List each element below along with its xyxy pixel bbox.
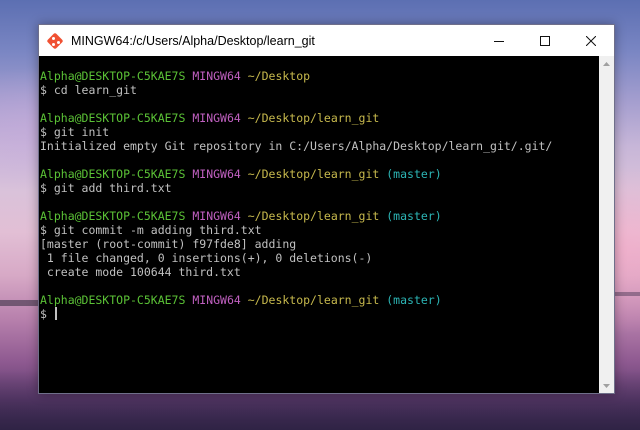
prompt-user-host: Alpha@DESKTOP-C5KAE7S [40, 293, 186, 307]
output-line: 1 file changed, 0 insertions(+), 0 delet… [40, 251, 599, 265]
prompt-path: ~/Desktop/learn_git [247, 293, 380, 307]
chevron-down-icon [603, 383, 610, 388]
command-line[interactable]: $ [40, 307, 599, 321]
prompt-branch: (master) [386, 293, 442, 307]
prompt-path: ~/Desktop/learn_git [247, 167, 380, 181]
prompt-shell: MINGW64 [192, 111, 241, 125]
command-text: $ git init [40, 125, 110, 139]
prompt-branch: (master) [386, 167, 442, 181]
output-line: [master (root-commit) f97fde8] adding [40, 237, 599, 251]
text-cursor [54, 307, 57, 320]
command-line: $ git commit -m adding third.txt [40, 223, 599, 237]
output-text: create mode 100644 third.txt [40, 265, 241, 279]
window-title: MINGW64:/c/Users/Alpha/Desktop/learn_git [71, 33, 315, 48]
maximize-icon [540, 35, 550, 46]
prompt-path: ~/Desktop/learn_git [247, 209, 380, 223]
close-button[interactable] [568, 25, 614, 56]
output-text: Initialized empty Git repository in C:/U… [40, 139, 553, 153]
git-diamond-icon [46, 32, 64, 49]
prompt-path: ~/Desktop/learn_git [247, 111, 380, 125]
prompt-user-host: Alpha@DESKTOP-C5KAE7S [40, 209, 186, 223]
prompt-shell: MINGW64 [192, 69, 241, 83]
close-icon [586, 35, 596, 46]
command-text: $ git commit -m adding third.txt [40, 223, 262, 237]
output-line: create mode 100644 third.txt [40, 265, 599, 279]
minimize-button[interactable] [476, 25, 522, 56]
prompt-shell: MINGW64 [192, 209, 241, 223]
scrollbar-track[interactable] [601, 73, 612, 376]
command-line: $ git add third.txt [40, 181, 599, 195]
prompt-shell: MINGW64 [192, 167, 241, 181]
prompt-line: Alpha@DESKTOP-C5KAE7S MINGW64 ~/Desktop/… [40, 209, 599, 223]
terminal-window[interactable]: MINGW64:/c/Users/Alpha/Desktop/learn_git… [38, 24, 615, 394]
command-line: $ cd learn_git [40, 83, 599, 97]
prompt-branch: (master) [386, 209, 442, 223]
terminal-output[interactable]: Alpha@DESKTOP-C5KAE7S MINGW64 ~/Desktop $… [39, 56, 599, 393]
prompt-line: Alpha@DESKTOP-C5KAE7S MINGW64 ~/Desktop [40, 69, 599, 83]
prompt-line: Alpha@DESKTOP-C5KAE7S MINGW64 ~/Desktop/… [40, 293, 599, 307]
scroll-down-button[interactable] [599, 378, 614, 393]
scroll-up-button[interactable] [599, 56, 614, 71]
prompt-user-host: Alpha@DESKTOP-C5KAE7S [40, 167, 186, 181]
maximize-button[interactable] [522, 25, 568, 56]
command-line: $ git init [40, 125, 599, 139]
wallpaper-pier [0, 300, 40, 306]
output-text: 1 file changed, 0 insertions(+), 0 delet… [40, 251, 373, 265]
prompt-line: Alpha@DESKTOP-C5KAE7S MINGW64 ~/Desktop/… [40, 111, 599, 125]
prompt-shell: MINGW64 [192, 293, 241, 307]
output-line: Initialized empty Git repository in C:/U… [40, 139, 599, 153]
title-bar[interactable]: MINGW64:/c/Users/Alpha/Desktop/learn_git [39, 25, 614, 56]
prompt-line: Alpha@DESKTOP-C5KAE7S MINGW64 ~/Desktop/… [40, 167, 599, 181]
prompt-user-host: Alpha@DESKTOP-C5KAE7S [40, 111, 186, 125]
minimize-icon [494, 40, 504, 42]
command-text: $ git add third.txt [40, 181, 172, 195]
command-text: $ [40, 307, 54, 321]
window-controls [476, 25, 614, 56]
command-text: $ cd learn_git [40, 83, 137, 97]
output-text: [master (root-commit) f97fde8] adding [40, 237, 297, 251]
prompt-user-host: Alpha@DESKTOP-C5KAE7S [40, 69, 186, 83]
prompt-path: ~/Desktop [247, 69, 311, 83]
chevron-up-icon [603, 61, 610, 66]
vertical-scrollbar[interactable] [599, 56, 614, 393]
